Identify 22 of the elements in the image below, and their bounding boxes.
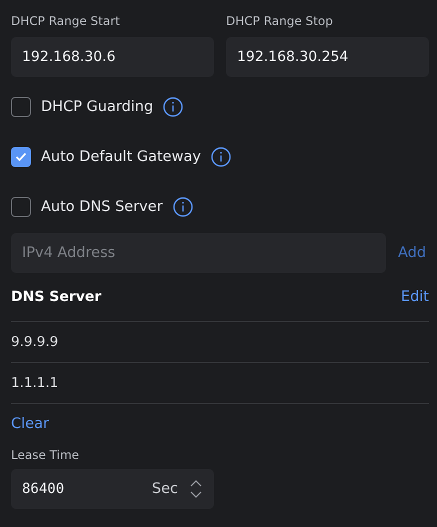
input-field[interactable]: 192.168.30.254 <box>226 37 429 77</box>
check-icon <box>15 152 27 162</box>
checkbox-label: DHCP Guarding <box>41 99 154 115</box>
number-field[interactable]: 86400 Sec <box>11 469 214 509</box>
dns-entry: 9.9.9.9 <box>11 334 58 350</box>
info-icon[interactable] <box>210 147 231 167</box>
checkbox[interactable] <box>11 97 31 117</box>
checkbox[interactable] <box>11 197 31 217</box>
section-title: DNS Server <box>11 289 102 305</box>
info-icon[interactable] <box>163 97 184 117</box>
checkbox-label: Auto Default Gateway <box>41 149 201 165</box>
field-label: Lease Time <box>11 447 80 464</box>
field-label: DHCP Range Start <box>11 13 121 30</box>
dns-entry: 1.1.1.1 <box>11 375 58 391</box>
clear-link[interactable]: Clear <box>11 416 49 432</box>
input-field[interactable]: IPv4 Address <box>11 233 386 273</box>
info-icon[interactable] <box>172 197 193 217</box>
checkbox-label: Auto DNS Server <box>41 199 163 215</box>
checkbox[interactable] <box>11 147 31 167</box>
input-field[interactable]: 192.168.30.6 <box>11 37 214 77</box>
edit-link[interactable]: Edit <box>400 289 429 305</box>
field-label: DHCP Range Stop <box>226 13 334 30</box>
